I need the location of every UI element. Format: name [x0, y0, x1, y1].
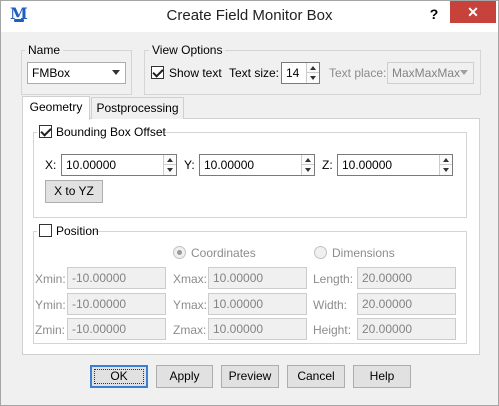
- preview-button[interactable]: Preview: [221, 365, 279, 388]
- z-offset-spin-buttons[interactable]: [439, 155, 452, 175]
- view-options-label: View Options: [149, 43, 226, 57]
- y-offset-spin-buttons[interactable]: [301, 155, 314, 175]
- name-combobox[interactable]: FMBox: [27, 62, 126, 84]
- bounding-box-label: Bounding Box Offset: [56, 125, 166, 139]
- x-offset-spin-buttons[interactable]: [163, 155, 176, 175]
- xmax-label: Xmax:: [173, 272, 208, 286]
- arrow-down-icon: [443, 168, 449, 172]
- y-label: Y:: [184, 158, 195, 172]
- dialog-window: M Create Field Monitor Box ? ✕ Name FMBo…: [0, 0, 499, 406]
- help-button[interactable]: Help: [353, 365, 411, 388]
- ymax-label: Ymax:: [173, 298, 208, 312]
- position-label: Position: [56, 224, 99, 238]
- text-size-value: 14: [286, 66, 300, 80]
- xmax-field[interactable]: 10.00000: [208, 267, 307, 289]
- bounding-box-checkbox[interactable]: [39, 125, 52, 138]
- show-text-checkbox[interactable]: [151, 66, 164, 79]
- dimensions-radio[interactable]: [314, 246, 327, 259]
- name-group-label: Name: [25, 43, 64, 57]
- text-size-spinbox[interactable]: 14: [281, 62, 320, 84]
- x-label: X:: [45, 158, 57, 172]
- apply-button[interactable]: Apply: [156, 365, 213, 388]
- x-offset-field[interactable]: 10.00000: [61, 154, 177, 176]
- text-size-spin-buttons[interactable]: [306, 63, 319, 83]
- x-offset-value: 10.00000: [66, 158, 117, 172]
- arrow-up-icon: [305, 158, 311, 162]
- tab-postprocessing-label: Postprocessing: [96, 101, 179, 115]
- ymin-label: Ymin:: [35, 298, 66, 312]
- show-text-label: Show text: [169, 66, 222, 80]
- xmin-field[interactable]: -10.00000: [67, 267, 166, 289]
- ymax-field[interactable]: 10.00000: [208, 293, 307, 315]
- help-icon[interactable]: ?: [424, 3, 444, 25]
- coordinates-radio[interactable]: [173, 246, 186, 259]
- height-label: Height:: [313, 323, 352, 337]
- chevron-down-icon: [460, 70, 468, 75]
- ok-button[interactable]: OK: [90, 365, 148, 388]
- arrow-down-icon: [167, 168, 173, 172]
- zmax-field[interactable]: 10.00000: [208, 318, 307, 340]
- text-place-combobox[interactable]: MaxMaxMax: [387, 62, 474, 84]
- y-offset-value: 10.00000: [204, 158, 255, 172]
- name-combobox-value: FMBox: [32, 66, 71, 80]
- tab-postprocessing[interactable]: Postprocessing: [91, 97, 184, 119]
- length-label: Length:: [313, 272, 354, 286]
- width-label: Width:: [313, 298, 348, 312]
- z-offset-field[interactable]: 10.00000: [337, 154, 453, 176]
- zmin-field[interactable]: -10.00000: [67, 318, 166, 340]
- arrow-down-icon: [305, 168, 311, 172]
- x-to-yz-button[interactable]: X to YZ: [45, 180, 103, 203]
- arrow-down-icon: [310, 76, 316, 80]
- tab-geometry-label: Geometry: [29, 100, 83, 114]
- zmin-label: Zmin:: [35, 323, 65, 337]
- arrow-up-icon: [310, 66, 316, 70]
- text-size-label: Text size:: [229, 66, 280, 80]
- zmax-label: Zmax:: [173, 323, 207, 337]
- dimensions-label: Dimensions: [332, 246, 395, 260]
- coordinates-label: Coordinates: [191, 246, 256, 260]
- text-place-label: Text place:: [329, 66, 387, 80]
- title-bar: M Create Field Monitor Box ? ✕: [1, 1, 498, 32]
- position-checkbox[interactable]: [39, 224, 52, 237]
- y-offset-field[interactable]: 10.00000: [199, 154, 315, 176]
- text-place-value: MaxMaxMax: [392, 66, 461, 80]
- z-label: Z:: [322, 158, 333, 172]
- width-field[interactable]: 20.00000: [357, 293, 456, 315]
- close-button[interactable]: ✕: [450, 1, 496, 23]
- chevron-down-icon: [112, 70, 120, 75]
- length-field[interactable]: 20.00000: [357, 267, 456, 289]
- ymin-field[interactable]: -10.00000: [67, 293, 166, 315]
- xmin-label: Xmin:: [35, 272, 66, 286]
- cancel-button[interactable]: Cancel: [287, 365, 345, 388]
- arrow-up-icon: [167, 158, 173, 162]
- z-offset-value: 10.00000: [342, 158, 393, 172]
- focus-rect: [94, 369, 144, 384]
- tab-geometry[interactable]: Geometry: [22, 96, 90, 120]
- height-field[interactable]: 20.00000: [357, 318, 456, 340]
- arrow-up-icon: [443, 158, 449, 162]
